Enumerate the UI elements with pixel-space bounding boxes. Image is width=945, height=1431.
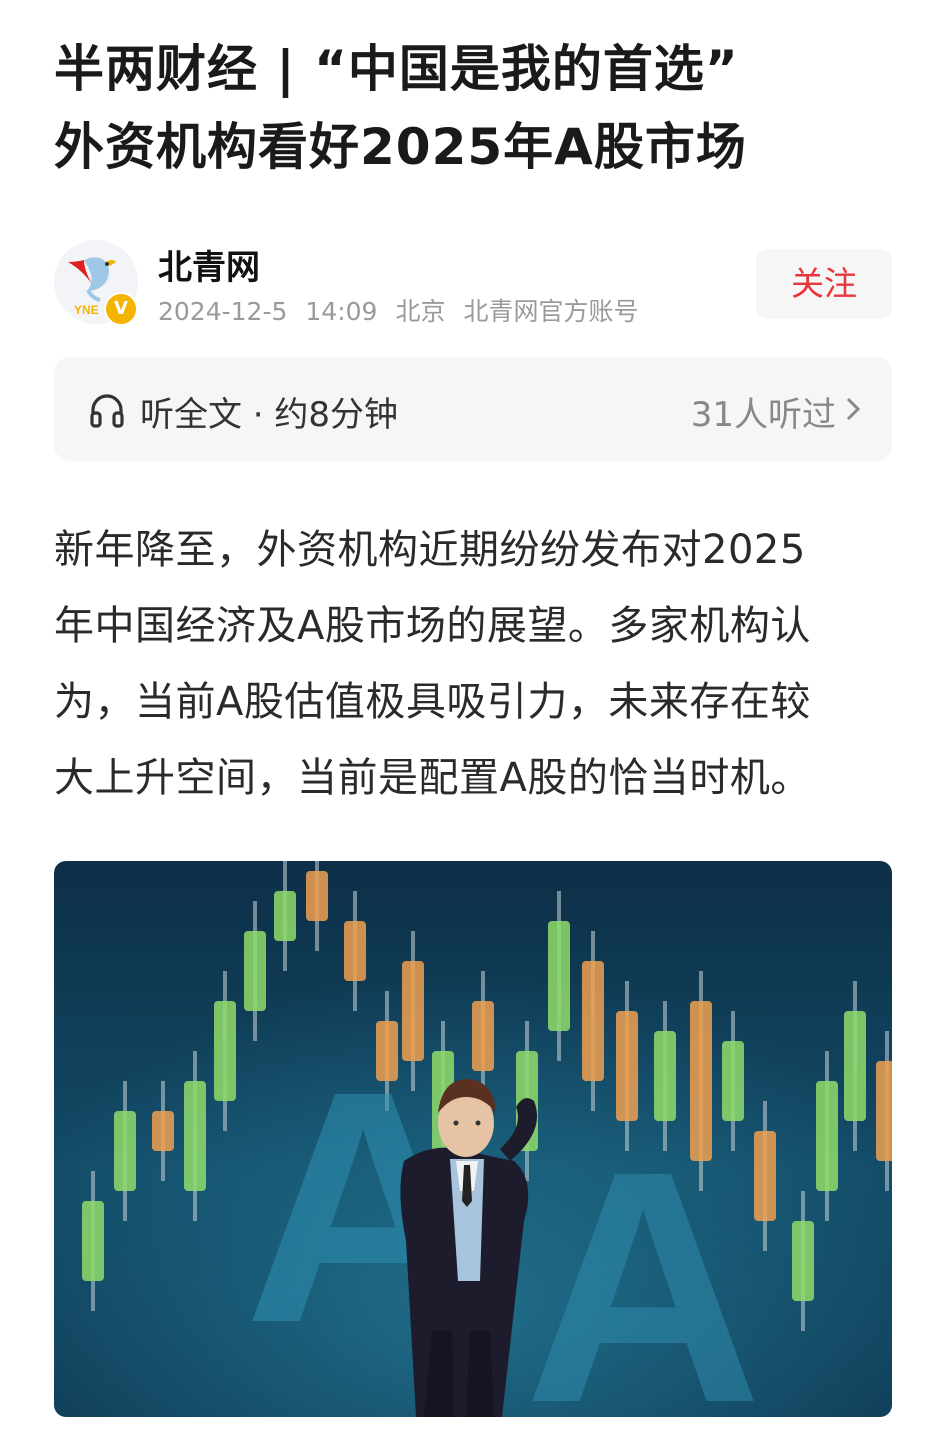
article-body: 新年降至，外资机构近期纷纷发布对2025 年中国经济及A股市场的展望。多家机构认… — [54, 512, 894, 816]
article-title-line-2: 外资机构看好2025年A股市场 — [54, 118, 747, 176]
big-letter-a-2: A — [524, 1102, 762, 1417]
candle-body — [214, 1001, 236, 1101]
candle-body — [244, 931, 266, 1011]
chevron-right-icon — [846, 397, 861, 421]
candle-body — [548, 921, 570, 1031]
candle-body — [306, 871, 328, 921]
follow-button[interactable]: 关注 — [756, 249, 892, 319]
verified-badge: V — [104, 292, 138, 326]
body-line-1: 新年降至，外资机构近期纷纷发布对2025 — [54, 527, 806, 573]
candle-body — [82, 1201, 104, 1281]
body-line-4: 大上升空间，当前是配置A股的恰当时机。 — [54, 755, 811, 801]
stock-candlestick-figurine-image: A A — [54, 861, 892, 1417]
publish-date: 2024-12-5 — [158, 297, 288, 326]
article-title: 半两财经 | “中国是我的首选” 外资机构看好2025年A股市场 — [54, 30, 904, 186]
candle-body — [792, 1221, 814, 1301]
body-line-2: 年中国经济及A股市场的展望。多家机构认 — [54, 603, 811, 649]
candle-body — [876, 1061, 892, 1161]
candle-body — [274, 891, 296, 941]
listen-count: 31人听过 — [690, 395, 836, 435]
body-line-3: 为，当前A股估值极具吸引力，未来存在较 — [54, 679, 811, 725]
listen-full-text-bar[interactable]: 听全文 · 约8分钟 31人听过 — [54, 357, 892, 461]
author-row: YNE V 北青网 2024-12-5 14:09 北京 北青网官方账号 关注 — [54, 240, 892, 330]
author-meta: 2024-12-5 14:09 北京 北青网官方账号 — [158, 292, 656, 328]
svg-text:YNE: YNE — [74, 303, 99, 317]
account-type: 北青网官方账号 — [463, 297, 639, 326]
article-title-line-1: 半两财经 | “中国是我的首选” — [54, 40, 739, 98]
hero-image[interactable]: A A — [54, 861, 892, 1417]
listen-label: 听全文 · 约8分钟 — [140, 395, 399, 435]
headphones-icon — [90, 394, 124, 428]
candle-body — [582, 961, 604, 1081]
candle-body — [816, 1081, 838, 1191]
candle-body — [114, 1111, 136, 1191]
candle-body — [184, 1081, 206, 1191]
publish-time: 14:09 — [305, 297, 378, 326]
candle-body — [844, 1011, 866, 1121]
candle-body — [152, 1111, 174, 1151]
author-name[interactable]: 北青网 — [158, 240, 260, 289]
publish-location: 北京 — [395, 297, 446, 326]
candle-body — [344, 921, 366, 981]
